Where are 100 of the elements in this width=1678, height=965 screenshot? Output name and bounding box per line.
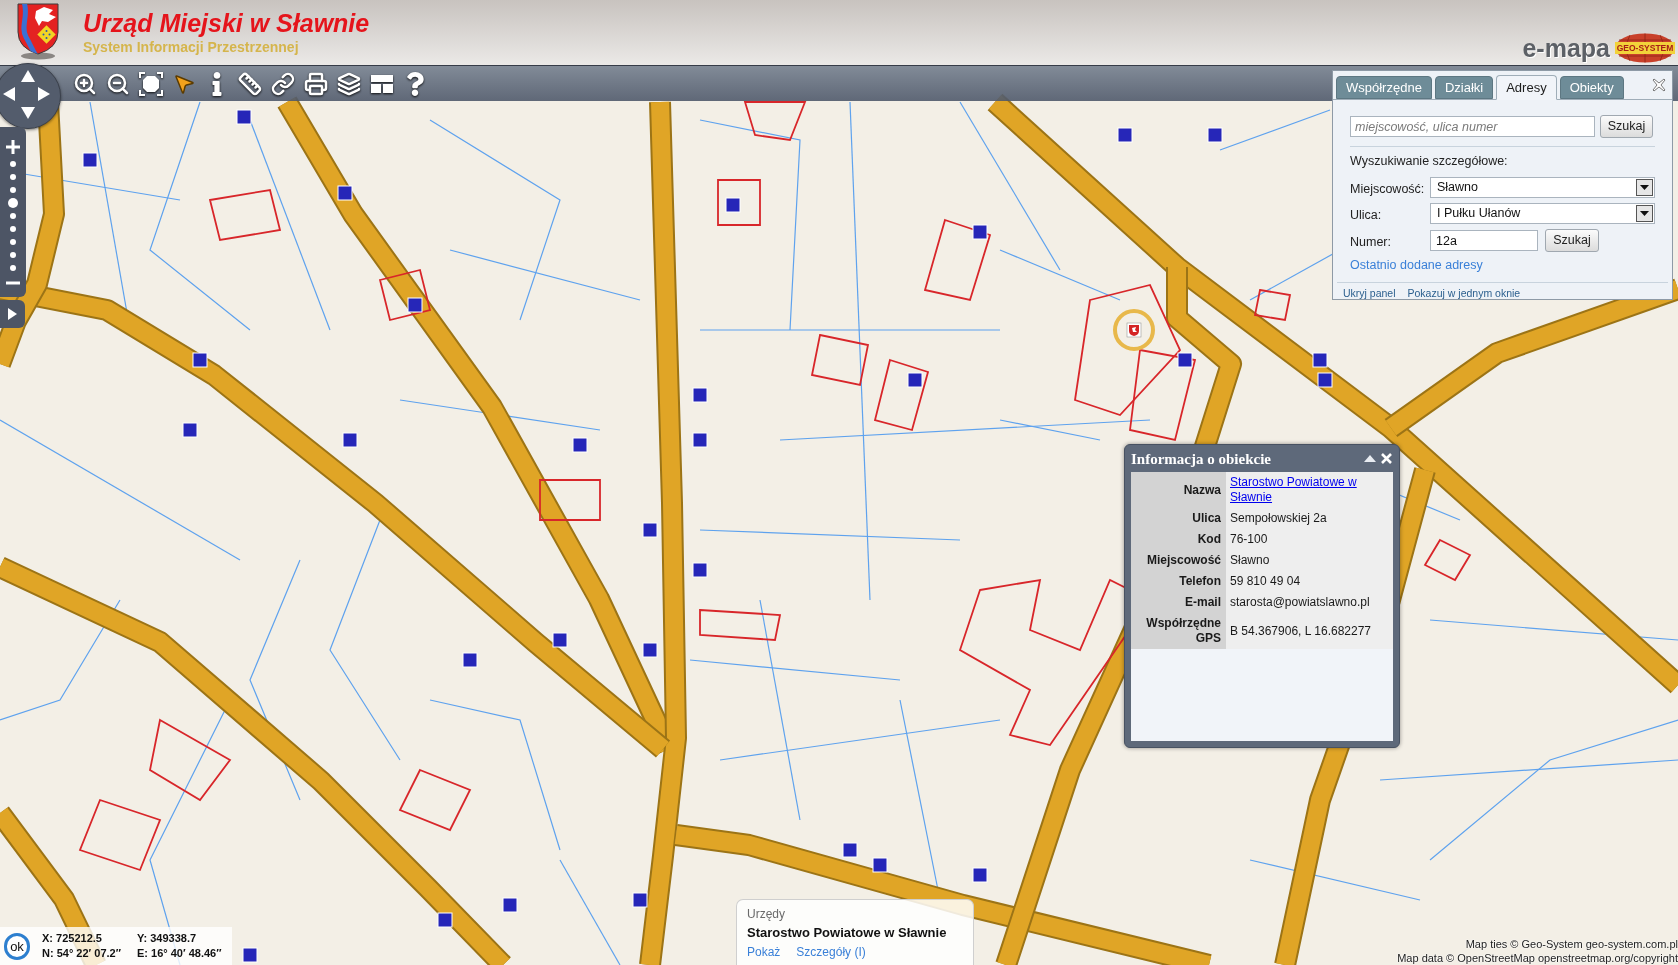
address-marker-icon bbox=[692, 562, 708, 578]
building-outline bbox=[743, 101, 807, 141]
address-marker-icon bbox=[842, 842, 858, 858]
address-marker-icon bbox=[182, 422, 198, 438]
address-marker-icon bbox=[1177, 352, 1193, 368]
address-marker-icon bbox=[972, 224, 988, 240]
section-heading: Wyszukiwanie szczegółowe: bbox=[1350, 154, 1508, 169]
row-label: Kod bbox=[1131, 529, 1226, 550]
row-label: Miejscowość bbox=[1131, 550, 1226, 571]
location-marker-icon[interactable] bbox=[1112, 308, 1156, 352]
address-marker-icon bbox=[692, 387, 708, 403]
address-marker-icon bbox=[642, 522, 658, 538]
address-marker-icon bbox=[462, 652, 478, 668]
zoom-step-icon[interactable] bbox=[10, 213, 16, 219]
zoom-step-icon[interactable] bbox=[10, 252, 16, 258]
address-search-field[interactable]: miejscowość, ulica numer bbox=[1350, 116, 1595, 137]
collapse-icon[interactable] bbox=[1364, 455, 1376, 462]
building-outline bbox=[539, 479, 601, 521]
row-value: B 54.367906, L 16.682277 bbox=[1226, 613, 1393, 649]
row-value: 59 810 49 04 bbox=[1226, 571, 1393, 592]
row-value: Sławno bbox=[1226, 550, 1393, 571]
dropdown-select[interactable]: Sławno bbox=[1430, 177, 1655, 198]
site-subtitle: System Informacji Przestrzennej bbox=[83, 38, 299, 56]
address-marker-icon bbox=[1317, 372, 1333, 388]
address-marker-icon bbox=[236, 109, 252, 125]
zoom-step-icon[interactable] bbox=[10, 226, 16, 232]
zoom-slider-thumb[interactable] bbox=[8, 198, 18, 208]
popup-title: Informacja o obiekcie bbox=[1131, 450, 1271, 467]
address-marker-icon bbox=[1312, 352, 1328, 368]
building-outline bbox=[717, 179, 761, 226]
site-title: Urząd Miejski w Sławnie bbox=[83, 9, 370, 37]
name-link[interactable]: Starostwo Powiatowe w Sławnie bbox=[1230, 475, 1390, 505]
address-marker-icon bbox=[342, 432, 358, 448]
panel-tab[interactable]: Działki bbox=[1434, 76, 1494, 99]
row-value: 76-100 bbox=[1226, 529, 1393, 550]
address-marker-icon bbox=[872, 857, 888, 873]
address-marker-icon bbox=[632, 892, 648, 908]
brand-logo-text: e-mapa bbox=[1522, 34, 1610, 62]
panel-tab[interactable]: Adresy bbox=[1496, 75, 1557, 100]
caret-right-icon[interactable] bbox=[8, 308, 17, 320]
layers-icon[interactable] bbox=[337, 71, 361, 96]
address-marker-icon bbox=[642, 642, 658, 658]
building-outline bbox=[810, 333, 870, 387]
panel-tab[interactable]: Obiekty bbox=[1559, 76, 1624, 99]
row-label: Ulica bbox=[1131, 508, 1226, 529]
row-value: starosta@powiatslawno.pl bbox=[1226, 592, 1393, 613]
pan-up-icon[interactable] bbox=[21, 70, 35, 82]
dropdown-select[interactable]: I Pułku Ułanów bbox=[1430, 203, 1655, 224]
address-marker-icon bbox=[242, 947, 258, 963]
zoom-step-icon[interactable] bbox=[10, 265, 16, 271]
zoom-step-icon[interactable] bbox=[10, 174, 16, 180]
zoom-step-icon[interactable] bbox=[10, 239, 16, 245]
field-label: Ulica: bbox=[1350, 207, 1382, 222]
building-outline bbox=[378, 268, 432, 322]
ruler-icon[interactable] bbox=[238, 71, 262, 96]
zoom-in-icon[interactable] bbox=[73, 71, 97, 96]
attribution-text: Map data © OpenStreetMap openstreetmap.org/copyright bbox=[1397, 951, 1678, 965]
address-marker-icon bbox=[972, 867, 988, 883]
row-label: Współrzędne GPS bbox=[1131, 613, 1226, 649]
attribution-text: Map ties © Geo-System geo-system.com.pl bbox=[1465, 937, 1678, 951]
address-marker-icon bbox=[907, 372, 923, 388]
coordinate-text: N: 54° 22′ 07.2″ bbox=[42, 947, 121, 959]
zoom-out-icon[interactable] bbox=[106, 71, 130, 96]
expand-button[interactable] bbox=[0, 300, 25, 328]
result-title: Starostwo Powiatowe w Sławnie bbox=[747, 924, 947, 942]
search-button[interactable]: Szukaj bbox=[1600, 115, 1653, 138]
plus-icon[interactable] bbox=[6, 140, 20, 154]
printer-icon[interactable] bbox=[304, 71, 328, 96]
zoom-step-icon[interactable] bbox=[10, 187, 16, 193]
search-button[interactable]: Szukaj bbox=[1545, 229, 1599, 252]
chain-link-icon[interactable] bbox=[271, 71, 295, 96]
close-icon[interactable] bbox=[1652, 78, 1666, 92]
address-marker-icon bbox=[82, 152, 98, 168]
address-marker-icon bbox=[1117, 127, 1133, 143]
coordinate-text: X: 725212.5 bbox=[42, 932, 102, 944]
row-value: Sempołowskiej 2a bbox=[1226, 508, 1393, 529]
category-label: Urzędy bbox=[747, 906, 785, 922]
zoom-step-icon[interactable] bbox=[10, 161, 16, 167]
panel-link[interactable]: Ukryj panel bbox=[1343, 287, 1396, 300]
address-marker-icon bbox=[502, 897, 518, 913]
field-label: Numer: bbox=[1350, 234, 1391, 249]
address-marker-icon bbox=[1207, 127, 1223, 143]
result-link[interactable]: Pokaż bbox=[747, 944, 781, 960]
coat-of-arms-icon bbox=[15, 2, 61, 60]
building-outline bbox=[1253, 288, 1292, 322]
panel-link[interactable]: Pokazuj w jednym oknie bbox=[1407, 287, 1521, 300]
full-extent-icon[interactable] bbox=[139, 71, 163, 96]
pan-down-icon[interactable] bbox=[21, 107, 35, 119]
address-marker-icon bbox=[692, 432, 708, 448]
result-link[interactable]: Szczegóły (I) bbox=[796, 944, 866, 960]
panel-tab[interactable]: Współrzędne bbox=[1336, 76, 1432, 99]
pan-right-icon[interactable] bbox=[38, 87, 50, 101]
pan-left-icon[interactable] bbox=[3, 87, 15, 101]
number-input[interactable]: 12a bbox=[1430, 230, 1538, 251]
address-marker-icon bbox=[407, 297, 423, 313]
field-label: Miejscowość: bbox=[1350, 181, 1425, 196]
ok-button[interactable]: ok bbox=[4, 932, 30, 960]
recent-addresses-link[interactable]: Ostatnio dodane adresy bbox=[1350, 258, 1483, 273]
coordinate-text: E: 16° 40′ 48.46″ bbox=[137, 947, 222, 959]
address-marker-icon bbox=[725, 197, 741, 213]
